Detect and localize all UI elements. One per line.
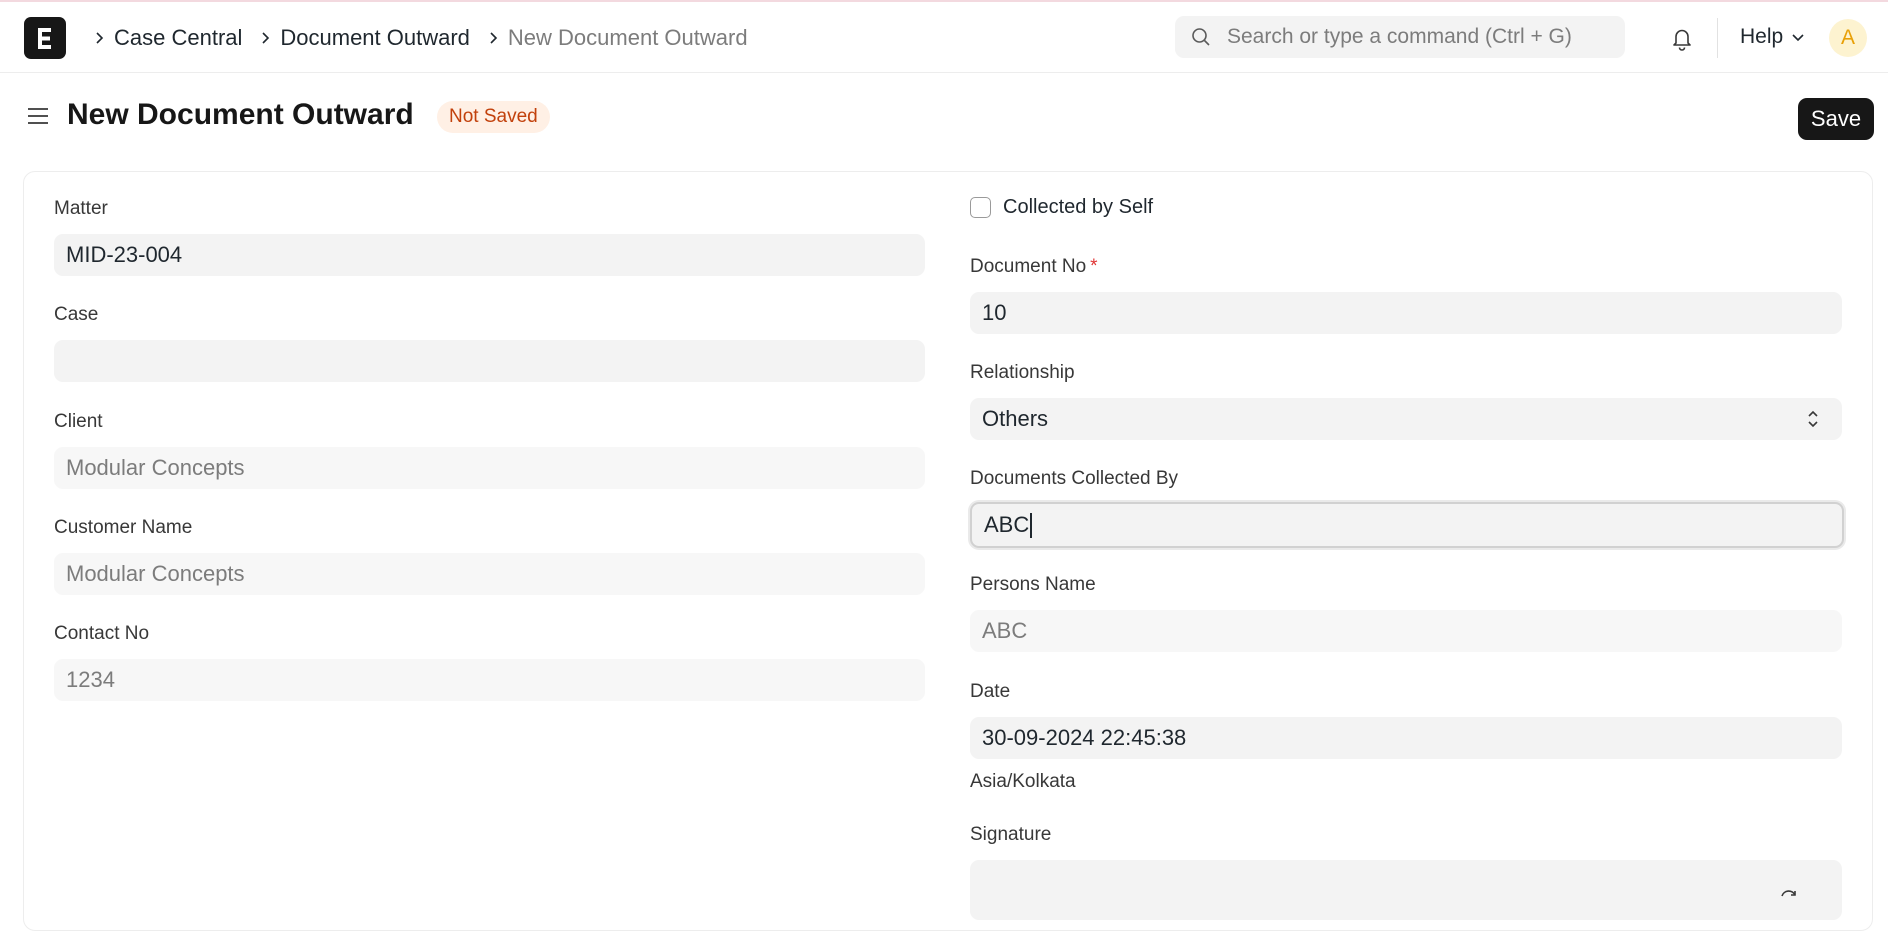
document-no-label: Document No * <box>970 256 1098 277</box>
search-icon <box>1175 26 1227 48</box>
date-label: Date <box>970 681 1011 702</box>
search-bar[interactable] <box>1175 16 1625 58</box>
breadcrumb-current: New Document Outward <box>507 24 748 50</box>
contact-no-field: Contact No 1234 <box>54 623 925 701</box>
help-dropdown[interactable]: Help <box>1740 16 1805 58</box>
chevron-right-icon <box>480 31 508 45</box>
relationship-field: Relationship Others <box>970 362 1842 440</box>
relationship-value: Others <box>982 406 1049 431</box>
save-button[interactable]: Save <box>1798 98 1874 140</box>
case-input[interactable] <box>54 340 925 382</box>
breadcrumb-case-central[interactable]: Case Central <box>114 25 242 51</box>
client-label: Client <box>54 411 103 432</box>
bell-icon[interactable] <box>1668 24 1696 52</box>
collected-by-self-row[interactable]: Collected by Self <box>970 196 1153 219</box>
timezone-label: Asia/Kolkata <box>970 771 1076 792</box>
customer-name-value: Modular Concepts <box>66 561 245 586</box>
customer-name-input: Modular Concepts <box>54 553 925 595</box>
case-label: Case <box>54 304 99 325</box>
chevron-right-icon <box>86 31 114 45</box>
documents-collected-by-label: Documents Collected By <box>970 468 1179 489</box>
avatar[interactable]: A <box>1829 19 1867 57</box>
page-title: New Document Outward <box>67 98 414 131</box>
document-no-field: Document No * 10 <box>970 256 1842 334</box>
document-no-input[interactable]: 10 <box>970 292 1842 334</box>
customer-name-field: Customer Name Modular Concepts <box>54 517 925 595</box>
matter-value: MID-23-004 <box>66 242 183 267</box>
contact-no-value: 1234 <box>66 667 115 692</box>
document-no-value: 10 <box>982 300 1007 325</box>
contact-no-input: 1234 <box>54 659 925 701</box>
persons-name-label: Persons Name <box>970 574 1096 595</box>
app-logo-icon[interactable] <box>24 17 66 59</box>
matter-label: Matter <box>54 198 108 219</box>
relationship-label: Relationship <box>970 362 1075 383</box>
persons-name-input: ABC <box>970 610 1842 652</box>
matter-input[interactable]: MID-23-004 <box>54 234 925 276</box>
date-field: Date 30-09-2024 22:45:38 Asia/Kolkata <box>970 681 1842 793</box>
documents-collected-by-value: ABC <box>984 512 1030 537</box>
hamburger-icon[interactable] <box>26 104 50 128</box>
relationship-select[interactable]: Others <box>970 398 1842 440</box>
documents-collected-by-input[interactable]: ABC <box>970 502 1844 548</box>
client-field: Client Modular Concepts <box>54 411 925 489</box>
signature-label: Signature <box>970 824 1052 845</box>
breadcrumb-document-outward[interactable]: Document Outward <box>280 25 470 51</box>
persons-name-value: ABC <box>982 618 1028 643</box>
documents-collected-by-field: Documents Collected By ABC <box>970 468 1844 548</box>
refresh-icon[interactable] <box>1778 888 1800 915</box>
navbar: Case Central Document Outward New Docume… <box>0 2 1888 73</box>
breadcrumb: Case Central Document Outward New Docume… <box>86 2 758 73</box>
chevron-right-icon <box>252 31 280 45</box>
customer-name-label: Customer Name <box>54 517 193 538</box>
page-head: New Document Outward Not Saved Save <box>0 74 1888 164</box>
required-mark: * <box>1090 256 1098 277</box>
date-value: 30-09-2024 22:45:38 <box>982 725 1187 750</box>
contact-no-label: Contact No <box>54 623 150 644</box>
case-field: Case <box>54 304 925 382</box>
search-input[interactable] <box>1227 25 1607 49</box>
collected-by-self-checkbox[interactable] <box>970 197 991 218</box>
persons-name-field: Persons Name ABC <box>970 574 1842 652</box>
client-input: Modular Concepts <box>54 447 925 489</box>
signature-field: Signature <box>970 824 1842 920</box>
select-arrows-icon <box>1806 408 1820 436</box>
chevron-down-icon <box>1791 32 1805 42</box>
date-input[interactable]: 30-09-2024 22:45:38 <box>970 717 1842 759</box>
nav-divider <box>1717 18 1718 58</box>
status-badge: Not Saved <box>437 101 550 133</box>
client-value: Modular Concepts <box>66 455 245 480</box>
collected-by-self-label[interactable]: Collected by Self <box>1003 196 1153 219</box>
signature-pad[interactable] <box>970 860 1842 920</box>
help-label: Help <box>1740 25 1784 48</box>
text-caret <box>1030 512 1033 538</box>
matter-field: Matter MID-23-004 <box>54 198 925 276</box>
